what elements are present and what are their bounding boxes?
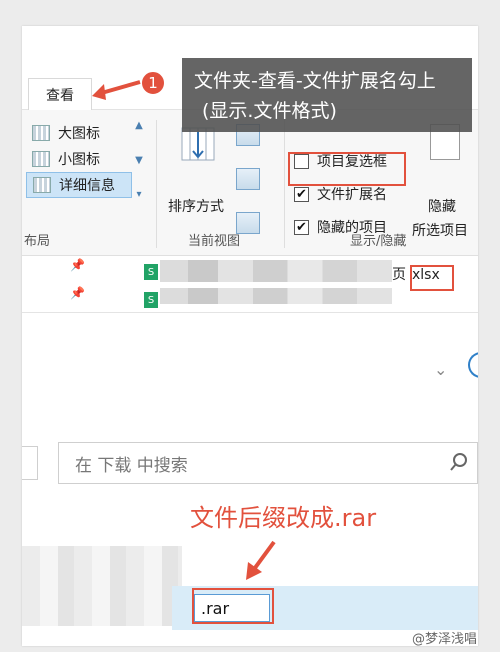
pin-icon[interactable]: 📌 <box>70 258 85 272</box>
layout-gallery: 大图标 小图标 详细信息 <box>26 120 132 204</box>
small-icons-icon <box>32 151 50 167</box>
highlight-rename-field <box>192 588 274 624</box>
step-number-badge: 1 <box>140 70 166 96</box>
gallery-more-icon[interactable]: ▾ <box>136 189 141 200</box>
chevron-down-icon[interactable]: ⌄ <box>434 360 447 379</box>
checkbox-checked-icon[interactable]: ✔ <box>294 219 309 235</box>
highlight-extension-text <box>410 265 454 291</box>
add-columns-icon[interactable] <box>236 168 260 190</box>
refresh-icon[interactable] <box>468 352 478 378</box>
tab-view[interactable]: 查看 <box>28 78 92 110</box>
ribbon-separator <box>284 120 285 248</box>
layout-large-icons[interactable]: 大图标 <box>26 120 132 146</box>
callout-line-2: (显示.文件格式) <box>202 100 337 122</box>
search-placeholder: 在 下载 中搜索 <box>75 455 188 476</box>
layout-details[interactable]: 详细信息 <box>26 172 132 198</box>
screenshot-frame: 查看 大图标 小图标 详细信息 ▲ ▼ ▾ 布局 排序方式 当前视图 项目复选框… <box>0 0 500 652</box>
view-icons-column <box>236 124 266 234</box>
details-icon <box>33 177 51 193</box>
layout-small-icons[interactable]: 小图标 <box>26 146 132 172</box>
layout-gallery-scroll[interactable]: ▲ ▼ ▾ <box>132 120 146 200</box>
excel-file-icon: S <box>144 264 158 280</box>
current-view-group-label: 当前视图 <box>188 234 241 249</box>
watermark: @梦泽浅唱 <box>412 632 478 647</box>
rename-caption: 文件后缀改成.rar <box>190 504 377 532</box>
sort-by-button[interactable]: 排序方式 <box>168 196 224 216</box>
hide-selected-button[interactable]: 隐藏 <box>428 196 456 216</box>
pin-icon[interactable]: 📌 <box>70 286 85 300</box>
divider <box>22 312 478 313</box>
callout-line-1: 文件夹-查看-文件扩展名勾上 <box>194 70 436 92</box>
chevron-up-icon[interactable]: ▲ <box>135 120 143 131</box>
search-input[interactable]: 在 下载 中搜索 <box>58 442 478 484</box>
hide-selected-sublabel: 所选项目 <box>412 223 468 239</box>
ribbon-separator <box>156 120 157 248</box>
checkbox-checked-icon[interactable]: ✔ <box>294 186 309 202</box>
chevron-down-icon[interactable]: ▼ <box>135 155 143 166</box>
blurred-filename[interactable] <box>160 260 392 282</box>
nav-button[interactable] <box>22 446 38 480</box>
blurred-content <box>22 546 182 626</box>
search-icon[interactable] <box>449 452 469 472</box>
blurred-filename[interactable] <box>160 288 392 304</box>
layout-group-label: 布局 <box>24 234 51 249</box>
large-icons-icon <box>32 125 50 141</box>
show-hide-group-label: 显示/隐藏 <box>350 234 407 249</box>
excel-file-icon: S <box>144 292 158 308</box>
highlight-extension-checkbox <box>288 152 406 186</box>
instruction-callout: 文件夹-查看-文件扩展名勾上 (显示.文件格式) <box>182 58 472 132</box>
file-extensions-toggle[interactable]: ✔ 文件扩展名 <box>294 183 387 205</box>
